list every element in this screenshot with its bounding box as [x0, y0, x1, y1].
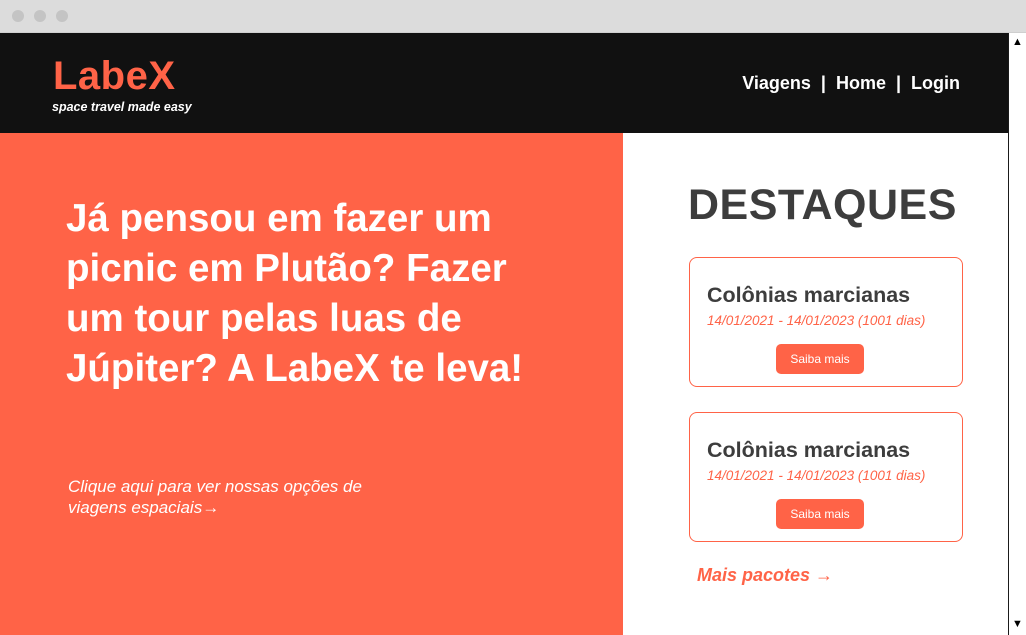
site-header: LabeX space travel made easy Viagens | H…: [0, 33, 1008, 133]
window-maximize-button[interactable]: [56, 10, 68, 22]
trip-card-title: Colônias marcianas: [707, 283, 911, 307]
trip-card-dates: 14/01/2021 - 14/01/2023 (1001 dias): [707, 313, 926, 328]
nav-separator: |: [820, 73, 826, 93]
highlights-panel: DESTAQUES Colônias marcianas 14/01/2021 …: [623, 133, 1008, 635]
nav-link-viagens[interactable]: Viagens: [742, 73, 811, 94]
hero-title: Já pensou em fazer um picnic em Plutão? …: [66, 197, 524, 390]
nav-separator: |: [895, 73, 902, 93]
vertical-scrollbar[interactable]: ▲ ▼: [1008, 33, 1026, 635]
logo[interactable]: LabeX: [53, 55, 176, 97]
saiba-mais-button[interactable]: Saiba mais: [776, 344, 864, 374]
saiba-mais-button[interactable]: Saiba mais: [776, 499, 864, 529]
hero-cta-link[interactable]: Clique aqui para ver nossas opções de vi…: [68, 476, 408, 518]
browser-titlebar: [0, 0, 1026, 33]
tagline: space travel made easy: [52, 100, 192, 114]
highlights-title: DESTAQUES: [688, 181, 957, 229]
nav-link-login[interactable]: Login: [911, 73, 960, 94]
trip-card: Colônias marcianas 14/01/2021 - 14/01/20…: [689, 412, 963, 542]
trip-card-dates: 14/01/2021 - 14/01/2023 (1001 dias): [707, 468, 926, 483]
trip-card: Colônias marcianas 14/01/2021 - 14/01/20…: [689, 257, 963, 387]
main-nav: Viagens | Home | Login: [742, 73, 960, 94]
scroll-up-arrow-icon[interactable]: ▲: [1009, 34, 1026, 50]
window-close-button[interactable]: [12, 10, 24, 22]
window-minimize-button[interactable]: [34, 10, 46, 22]
scroll-down-arrow-icon[interactable]: ▼: [1009, 616, 1026, 632]
hero-section: Já pensou em fazer um picnic em Plutão? …: [0, 133, 623, 635]
page-viewport: LabeX space travel made easy Viagens | H…: [0, 33, 1008, 635]
nav-link-home[interactable]: Home: [836, 73, 886, 94]
more-packages-link[interactable]: Mais pacotes →: [697, 565, 833, 586]
trip-card-title: Colônias marcianas: [707, 438, 911, 462]
